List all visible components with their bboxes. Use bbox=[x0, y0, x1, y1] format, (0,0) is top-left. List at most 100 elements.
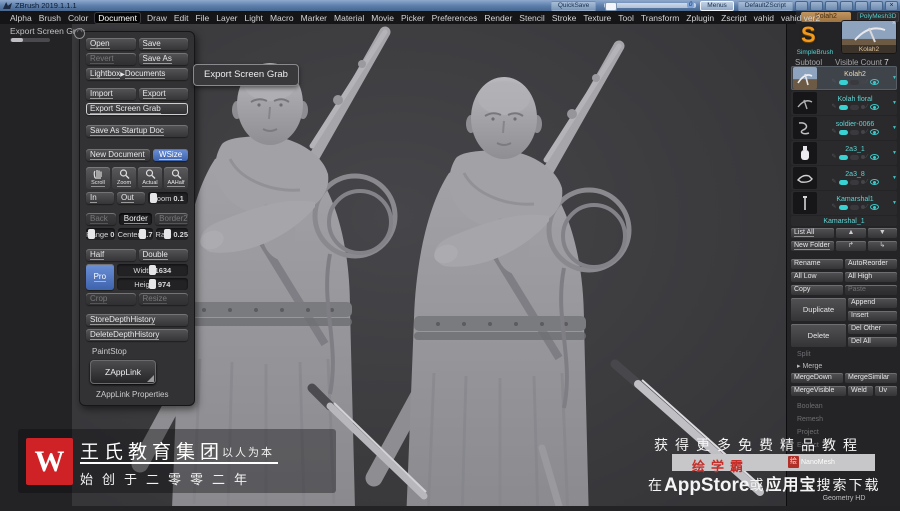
eye-icon[interactable] bbox=[869, 129, 879, 135]
menu-texture[interactable]: Texture bbox=[583, 13, 611, 23]
divider-toggle-icon[interactable] bbox=[795, 0, 808, 11]
menu-vahid-ver2[interactable]: vahid ver2 bbox=[781, 13, 820, 23]
active-tool-thumbnail[interactable]: × Kolah2 bbox=[841, 20, 897, 54]
subtool-row-soldier-0066[interactable]: soldier-0066 ✎ ∕ ▼ bbox=[791, 116, 897, 140]
toggle-off[interactable] bbox=[849, 129, 859, 135]
zapplink-properties-label[interactable]: ZAppLink Properties bbox=[96, 390, 188, 399]
delete-button[interactable]: Delete bbox=[791, 324, 846, 347]
eye-icon[interactable] bbox=[869, 79, 879, 85]
menu-alpha[interactable]: Alpha bbox=[10, 13, 32, 23]
autoreorder-button[interactable]: AutoReorder bbox=[845, 259, 897, 269]
subtool-row-kolah-floral[interactable]: Kolah floral ✎ ∕ ▼ bbox=[791, 91, 897, 115]
revert-button[interactable]: Revert bbox=[86, 53, 136, 65]
toggle-off[interactable] bbox=[849, 154, 859, 160]
brush-icon[interactable]: ✎ bbox=[832, 204, 837, 210]
toggle-off[interactable] bbox=[849, 79, 859, 85]
close-button[interactable]: × bbox=[885, 0, 898, 11]
menu-render[interactable]: Render bbox=[484, 13, 512, 23]
aahalf-button[interactable]: AAHalf bbox=[164, 167, 188, 189]
new-folder-button[interactable]: New Folder bbox=[791, 241, 835, 251]
folder-out-icon[interactable]: ↳ bbox=[867, 241, 897, 251]
export-button[interactable]: Export bbox=[138, 88, 188, 100]
menu-brush[interactable]: Brush bbox=[39, 13, 61, 23]
double-button[interactable]: Double bbox=[138, 249, 188, 261]
nanomesh-button[interactable]: NanoMesh bbox=[801, 459, 835, 466]
menu-vahid[interactable]: vahid bbox=[754, 13, 774, 23]
brush-icon[interactable]: ✎ bbox=[832, 129, 837, 135]
move-up-button[interactable]: ▲ bbox=[836, 228, 866, 238]
zoom-out-button[interactable]: Out bbox=[117, 192, 145, 204]
menu-zscript[interactable]: Zscript bbox=[721, 13, 747, 23]
subtool-row-2a3-8[interactable]: 2a3_8 ✎ ∕ ▼ bbox=[791, 166, 897, 190]
center-slider[interactable]: Center 0.7 bbox=[117, 228, 153, 240]
eye-icon[interactable] bbox=[869, 154, 879, 160]
theme-icon[interactable] bbox=[825, 0, 838, 11]
menu-stroke[interactable]: Stroke bbox=[552, 13, 577, 23]
zoom-in-button[interactable]: In bbox=[86, 192, 114, 204]
visibility-toggle[interactable] bbox=[838, 129, 848, 135]
subtool-row-kolah2[interactable]: Kolah2 ✎ ∕ ▼ bbox=[791, 66, 897, 90]
menu-zplugin[interactable]: Zplugin bbox=[686, 13, 714, 23]
menu-file[interactable]: File bbox=[196, 13, 210, 23]
height-slider[interactable]: Height 974 bbox=[116, 278, 188, 290]
copy-button[interactable]: Copy bbox=[791, 285, 843, 295]
uv-button[interactable]: Uv bbox=[875, 386, 897, 396]
menu-light[interactable]: Light bbox=[245, 13, 263, 23]
zoom-tool-button[interactable]: Zoom bbox=[112, 167, 136, 189]
menu-picker[interactable]: Picker bbox=[401, 13, 425, 23]
eye-icon[interactable] bbox=[869, 104, 879, 110]
default-zscript-button[interactable]: DefaultZScript bbox=[737, 0, 793, 11]
menu-stencil[interactable]: Stencil bbox=[519, 13, 545, 23]
subtool-row-2a3-1[interactable]: 2a3_1 ✎ ∕ ▼ bbox=[791, 141, 897, 165]
zoom-slider[interactable]: Zoom 0.1 bbox=[148, 192, 188, 204]
resize-button[interactable]: Resize bbox=[138, 293, 188, 305]
folder-in-icon[interactable]: ↱ bbox=[836, 241, 866, 251]
quicksave-slider[interactable]: 0 bbox=[604, 2, 697, 11]
menu-macro[interactable]: Macro bbox=[270, 13, 294, 23]
all-low-button[interactable]: All Low bbox=[791, 272, 843, 282]
close-icon[interactable]: × bbox=[892, 20, 896, 27]
boolean-section[interactable]: Boolean bbox=[797, 403, 897, 410]
back-button[interactable]: Back bbox=[86, 213, 117, 225]
toggle-off[interactable] bbox=[849, 104, 859, 110]
border2-button[interactable]: Border2 bbox=[155, 213, 188, 225]
half-button[interactable]: Half bbox=[86, 249, 136, 261]
restore-config-icon[interactable]: ◠ bbox=[74, 28, 85, 39]
subtool-row-kamarshal1[interactable]: Kamarshal1 ✎ ∕ ▼ bbox=[791, 191, 897, 215]
menu-preferences[interactable]: Preferences bbox=[432, 13, 478, 23]
actual-size-button[interactable]: Actual bbox=[138, 167, 162, 189]
menu-document[interactable]: Document bbox=[95, 12, 141, 23]
menu-color[interactable]: Color bbox=[68, 13, 88, 23]
width-slider[interactable]: Width 1634 bbox=[116, 264, 188, 276]
visibility-toggle[interactable] bbox=[838, 104, 848, 110]
save-as-button[interactable]: Save As bbox=[138, 53, 188, 65]
rate-slider[interactable]: Rate0.25 bbox=[155, 228, 188, 240]
brush-icon[interactable]: ✎ bbox=[832, 104, 837, 110]
quicksave-button[interactable]: QuickSave bbox=[550, 0, 597, 11]
visibility-toggle[interactable] bbox=[838, 204, 848, 210]
store-depth-history-button[interactable]: StoreDepthHistory bbox=[86, 314, 188, 326]
import-button[interactable]: Import bbox=[86, 88, 136, 100]
palette-icon[interactable] bbox=[840, 0, 853, 11]
eye-icon[interactable] bbox=[869, 179, 879, 185]
range-slider[interactable]: Range 0 bbox=[86, 228, 115, 240]
zapplink-button[interactable]: ZAppLink bbox=[90, 360, 156, 384]
chevron-down-icon[interactable]: ▼ bbox=[892, 75, 897, 81]
chevron-down-icon[interactable]: ▼ bbox=[892, 100, 897, 106]
scroll-tool-button[interactable]: Scroll bbox=[86, 167, 110, 189]
merge-visible-button[interactable]: MergeVisible bbox=[791, 386, 846, 396]
brush-icon[interactable]: ✎ bbox=[832, 154, 837, 160]
brush-icon[interactable]: ✎ bbox=[832, 79, 837, 85]
border-button[interactable]: Border bbox=[119, 213, 153, 225]
menu-marker[interactable]: Marker bbox=[301, 13, 327, 23]
menu-tool[interactable]: Tool bbox=[618, 13, 634, 23]
visibility-toggle[interactable] bbox=[838, 179, 848, 185]
toggle-off[interactable] bbox=[849, 179, 859, 185]
del-other-button[interactable]: Del Other bbox=[848, 324, 897, 334]
eye-icon[interactable] bbox=[869, 204, 879, 210]
merge-down-button[interactable]: MergeDown bbox=[791, 373, 843, 383]
move-down-button[interactable]: ▼ bbox=[867, 228, 897, 238]
save-button[interactable]: Save bbox=[138, 38, 188, 50]
remesh-section[interactable]: Remesh bbox=[797, 416, 897, 423]
menus-button[interactable]: Menus bbox=[700, 0, 734, 11]
